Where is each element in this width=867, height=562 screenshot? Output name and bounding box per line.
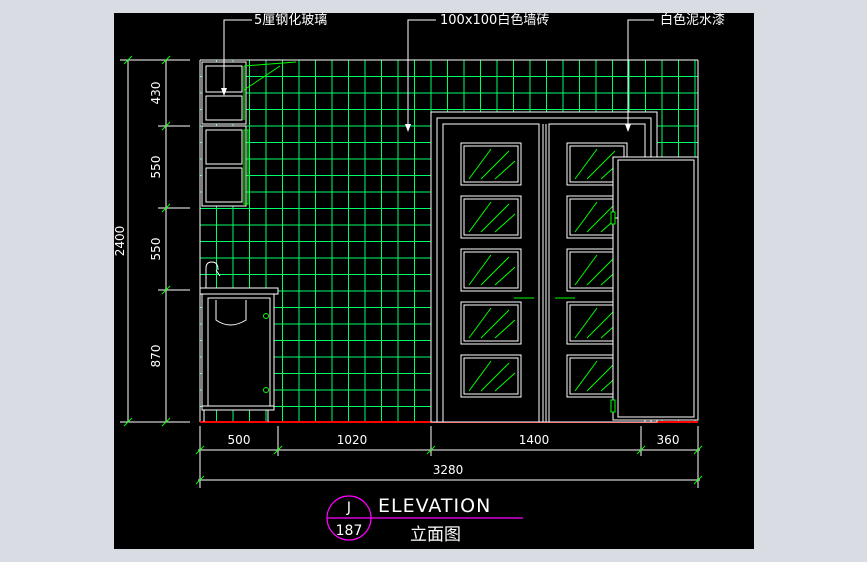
annotation-tile: 100x100白色墙砖 [440,12,549,28]
dim-vertical-total: 2400 [113,226,127,257]
door-glass-panel [460,248,522,292]
dim-horizontal-2: 1020 [337,433,368,447]
refrigerator [610,156,699,421]
annotation-paint: 白色泥水漆 [660,12,725,28]
cad-drawing-canvas: 5厘钢化玻璃 100x100白色墙砖 白色泥水漆 2400 430 550 55… [113,12,754,549]
dim-horizontal-3: 1400 [519,433,550,447]
dim-horizontal-4: 360 [657,433,680,447]
drawing-subtitle: 立面图 [410,525,461,545]
title-block: J 187 ELEVATION 立面图 [326,495,523,545]
dim-vertical-2: 550 [149,156,163,179]
annotation-glass: 5厘钢化玻璃 [254,13,327,28]
drawing-title: ELEVATION [378,495,491,517]
door-glass-panel [460,354,522,398]
dim-horizontal-1: 500 [228,433,251,447]
dim-vertical-3: 550 [149,238,163,261]
dim-vertical-1: 430 [149,82,163,105]
door-glass-panel [460,142,522,186]
title-bubble-number: 187 [336,523,363,539]
door-glass-panel [460,301,522,345]
dim-horizontal-total: 3280 [433,463,464,477]
horizontal-dimension-lines [195,426,703,488]
door-glass-panel [460,195,522,239]
title-bubble-letter: J [346,500,351,516]
elevation-drawing: 5厘钢化玻璃 100x100白色墙砖 白色泥水漆 2400 430 550 55… [113,12,725,545]
dim-vertical-4: 870 [149,345,163,368]
